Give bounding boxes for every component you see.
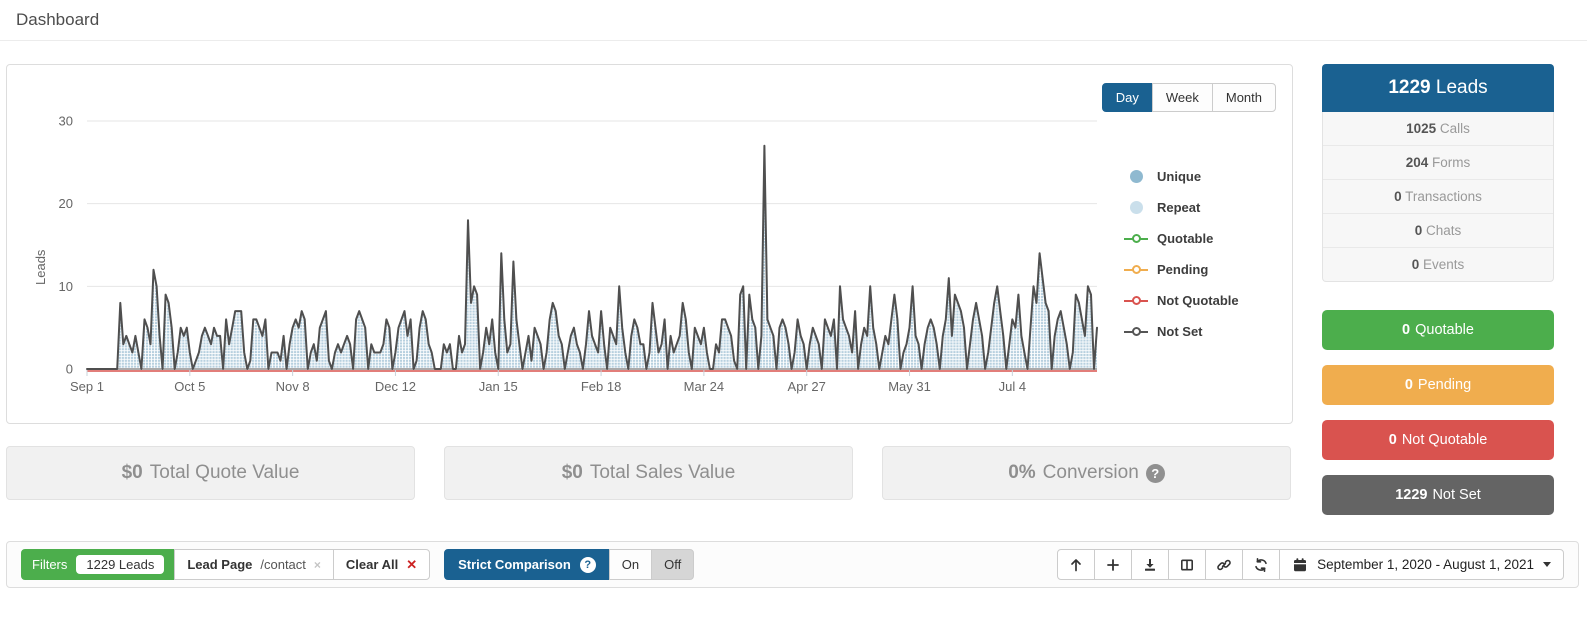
legend-ring-icon — [1124, 327, 1148, 336]
columns-button[interactable] — [1168, 549, 1206, 580]
refresh-button[interactable] — [1242, 549, 1280, 580]
svg-text:Jul 4: Jul 4 — [999, 379, 1026, 394]
clear-all-button[interactable]: Clear All ✕ — [333, 549, 430, 580]
svg-text:Oct 5: Oct 5 — [174, 379, 205, 394]
leads-chart-card: 0 10 20 30 Leads Sep 1 Oct 5 Nov 8 Dec 12 Jan 15 F… — [6, 64, 1293, 424]
range-toggle-group: Day Week Month — [1102, 83, 1276, 112]
strict-off-button[interactable]: Off — [651, 549, 694, 580]
strict-comparison-group: Strict Comparison ? On Off — [444, 549, 694, 580]
leads-total-value: 1229 — [1388, 77, 1430, 98]
legend-ring-icon — [1124, 296, 1148, 305]
chart-legend: Unique Repeat Quotable Pending Not Quotable N… — [1124, 161, 1274, 347]
plus-icon — [1105, 557, 1121, 573]
legend-item-not-quotable[interactable]: Not Quotable — [1124, 285, 1274, 316]
page-title: Dashboard — [16, 10, 99, 30]
not-quotable-button[interactable]: 0Not Quotable — [1322, 420, 1554, 460]
svg-text:10: 10 — [59, 279, 73, 294]
conversion-help-icon[interactable]: ? — [1146, 464, 1165, 483]
dashboard-page: Dashboard 0 10 20 30 Leads Sep 1 Oct 5 Nov 8 Dec… — [0, 0, 1587, 632]
strict-comparison-label: Strict Comparison ? — [444, 549, 610, 580]
legend-ring-icon — [1124, 234, 1148, 243]
toolbar-cluster: September 1, 2020 - August 1, 2021 — [1057, 549, 1564, 580]
legend-item-not-set[interactable]: Not Set — [1124, 316, 1274, 347]
leads-chart: 0 10 20 30 Leads Sep 1 Oct 5 Nov 8 Dec 12 Jan 15 F… — [31, 93, 1141, 411]
leads-total-header: 1229 Leads — [1322, 64, 1554, 112]
leads-row-transactions: 0 Transactions — [1323, 179, 1553, 213]
svg-text:Leads: Leads — [33, 249, 48, 285]
legend-item-quotable[interactable]: Quotable — [1124, 223, 1274, 254]
legend-ring-icon — [1124, 265, 1148, 274]
leads-summary-panel: 1229 Leads 1025 Calls 204 Forms 0 Transa… — [1322, 64, 1554, 282]
legend-label: Quotable — [1157, 231, 1213, 246]
filters-button[interactable]: Filters 1229 Leads — [21, 549, 175, 580]
svg-text:20: 20 — [59, 196, 73, 211]
share-link-button[interactable] — [1205, 549, 1243, 580]
download-icon — [1142, 557, 1158, 573]
filters-count-badge: 1229 Leads — [76, 555, 164, 574]
svg-text:Dec 12: Dec 12 — [375, 379, 416, 394]
legend-label: Unique — [1157, 169, 1201, 184]
refresh-icon — [1253, 557, 1269, 573]
svg-text:0: 0 — [66, 362, 73, 377]
leads-row-calls: 1025 Calls — [1323, 112, 1553, 145]
strict-on-button[interactable]: On — [609, 549, 652, 580]
svg-text:Mar 24: Mar 24 — [684, 379, 724, 394]
legend-label: Not Quotable — [1157, 293, 1239, 308]
legend-item-repeat[interactable]: Repeat — [1124, 192, 1274, 223]
svg-text:Jan 15: Jan 15 — [479, 379, 518, 394]
leads-row-events: 0 Events — [1323, 247, 1553, 281]
svg-text:Nov 8: Nov 8 — [276, 379, 310, 394]
download-button[interactable] — [1131, 549, 1169, 580]
total-quote-value-box: $0 Total Quote Value — [6, 446, 415, 500]
legend-dot-icon — [1124, 201, 1148, 214]
svg-text:May 31: May 31 — [888, 379, 931, 394]
filter-toolbar: Filters 1229 Leads Lead Page /contact × … — [6, 541, 1579, 588]
add-button[interactable] — [1094, 549, 1132, 580]
legend-item-pending[interactable]: Pending — [1124, 254, 1274, 285]
pending-button[interactable]: 0Pending — [1322, 365, 1554, 405]
clear-all-x-icon: ✕ — [406, 557, 417, 573]
quotable-button[interactable]: 0Quotable — [1322, 310, 1554, 350]
legend-label: Not Set — [1157, 324, 1203, 339]
calendar-icon — [1292, 557, 1308, 573]
svg-text:Apr 27: Apr 27 — [788, 379, 826, 394]
leads-row-forms: 204 Forms — [1323, 145, 1553, 179]
leads-total-label: Leads — [1436, 77, 1488, 98]
legend-item-unique[interactable]: Unique — [1124, 161, 1274, 192]
total-sales-value-box: $0 Total Sales Value — [444, 446, 853, 500]
legend-label: Pending — [1157, 262, 1208, 277]
conversion-box: 0% Conversion ? — [882, 446, 1291, 500]
svg-text:30: 30 — [59, 114, 73, 129]
svg-text:Feb 18: Feb 18 — [581, 379, 621, 394]
arrow-up-icon — [1068, 557, 1084, 573]
strict-help-icon[interactable]: ? — [580, 557, 596, 573]
filters-cluster: Filters 1229 Leads Lead Page /contact × … — [21, 549, 694, 580]
svg-text:Sep 1: Sep 1 — [70, 379, 104, 394]
toggle-week[interactable]: Week — [1152, 83, 1213, 112]
legend-label: Repeat — [1157, 200, 1200, 215]
link-icon — [1216, 557, 1232, 573]
filter-chip-group: Filters 1229 Leads Lead Page /contact × … — [21, 549, 430, 580]
not-set-button[interactable]: 1229Not Set — [1322, 475, 1554, 515]
active-filter-chip[interactable]: Lead Page /contact × — [174, 549, 334, 580]
toggle-day[interactable]: Day — [1102, 83, 1153, 112]
top-header: Dashboard — [0, 0, 1587, 41]
date-range-picker[interactable]: September 1, 2020 - August 1, 2021 — [1279, 549, 1564, 580]
caret-down-icon — [1543, 562, 1551, 567]
table-columns-icon — [1179, 557, 1195, 573]
toggle-month[interactable]: Month — [1212, 83, 1276, 112]
export-button[interactable] — [1057, 549, 1095, 580]
date-range-text: September 1, 2020 - August 1, 2021 — [1317, 557, 1534, 572]
leads-row-chats: 0 Chats — [1323, 213, 1553, 247]
leads-breakdown: 1025 Calls 204 Forms 0 Transactions 0 Ch… — [1322, 112, 1554, 282]
legend-dot-icon — [1124, 170, 1148, 183]
remove-filter-icon[interactable]: × — [314, 558, 321, 572]
